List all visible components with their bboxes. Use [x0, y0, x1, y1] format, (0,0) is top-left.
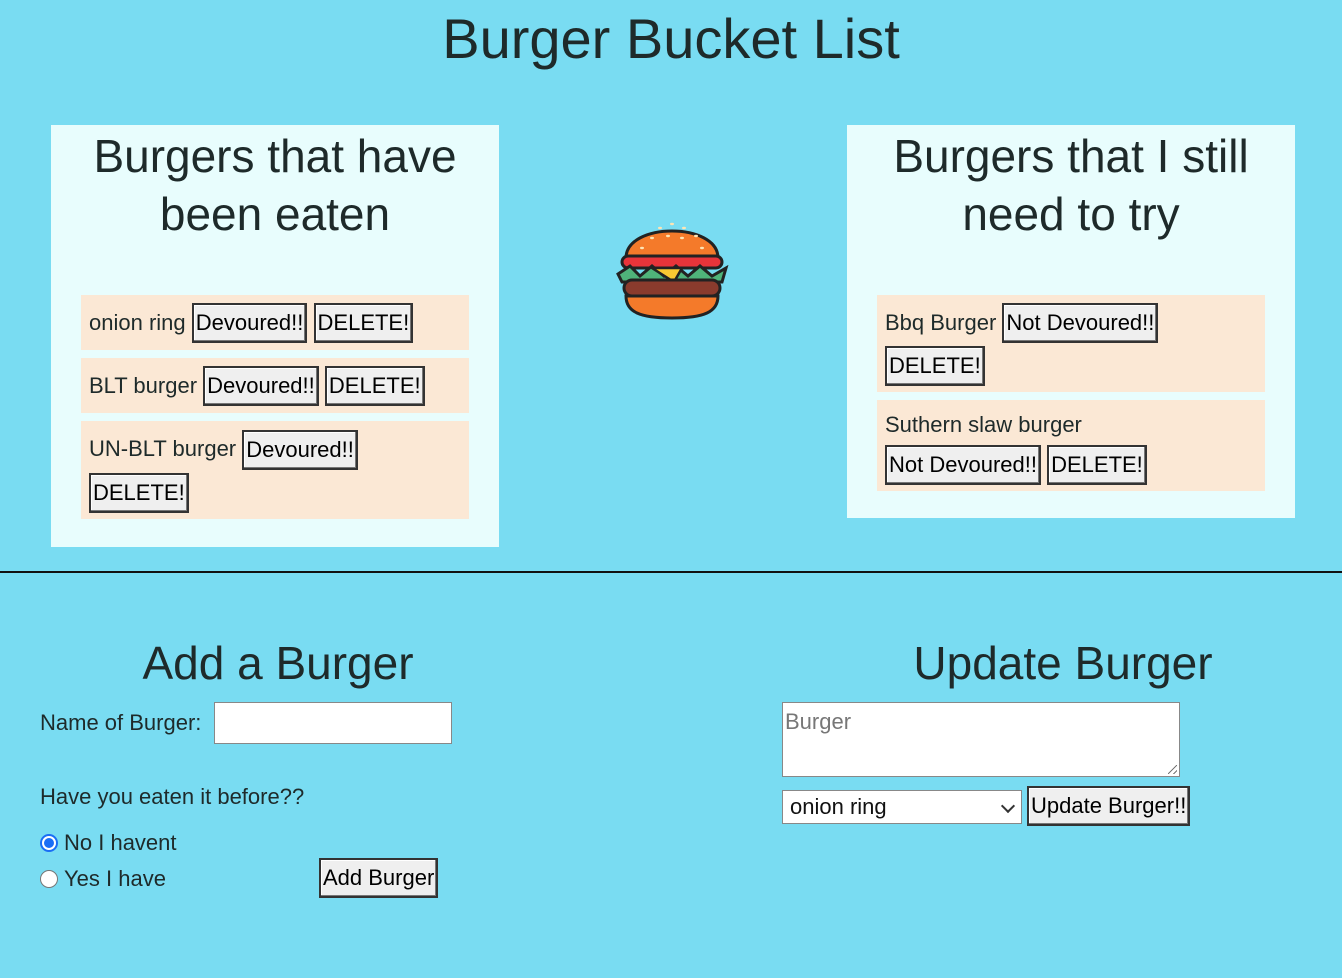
textarea-placeholder: Burger	[785, 709, 852, 734]
burger-name-input[interactable]	[214, 702, 452, 744]
to-try-panel-title: Burgers that I still need to try	[893, 130, 1249, 240]
section-divider	[0, 571, 1342, 573]
delete-button[interactable]: DELETE!	[1047, 444, 1147, 485]
burger-select[interactable]: onion ring	[782, 790, 1022, 824]
to-try-burger-list: Bbq Burger Not Devoured!! DELETE! Suther…	[877, 295, 1265, 499]
radio-option-no[interactable]: No I havent	[40, 830, 177, 856]
chevron-down-icon	[1000, 798, 1016, 814]
devoured-button[interactable]: Devoured!!	[191, 303, 308, 344]
list-item: BLT burger Devoured!! DELETE!	[81, 358, 469, 414]
devoured-button[interactable]: Devoured!!	[203, 366, 319, 407]
eaten-question: Have you eaten it before??	[40, 784, 305, 809]
update-burger-title: Update Burger	[913, 637, 1213, 689]
not-devoured-button[interactable]: Not Devoured!!	[1002, 303, 1159, 344]
update-burger-button[interactable]: Update Burger!!	[1027, 786, 1191, 826]
radio-button[interactable]	[40, 834, 58, 852]
delete-button[interactable]: DELETE!	[885, 346, 985, 387]
burger-icon	[616, 222, 729, 320]
radio-label: No I havent	[64, 830, 177, 855]
devoured-button[interactable]: Devoured!!	[242, 429, 358, 470]
page-title: Burger Bucket List	[442, 7, 900, 70]
list-item: Bbq Burger Not Devoured!! DELETE!	[877, 295, 1265, 393]
burger-name: Bbq Burger	[885, 310, 997, 336]
delete-button[interactable]: DELETE!	[324, 366, 425, 407]
to-try-burgers-panel: Burgers that I still need to try Bbq Bur…	[847, 125, 1295, 518]
add-burger-title: Add a Burger	[142, 637, 414, 689]
list-item: onion ring Devoured!! DELETE!	[81, 295, 469, 351]
burger-name: onion ring	[89, 310, 186, 336]
resize-grip-icon[interactable]	[1168, 765, 1177, 774]
radio-option-yes[interactable]: Yes I have	[40, 866, 166, 892]
list-item: Suthern slaw burger Not Devoured!! DELET…	[877, 400, 1265, 491]
radio-button[interactable]	[40, 870, 58, 888]
burger-name: Suthern slaw burger	[885, 412, 1082, 438]
not-devoured-button[interactable]: Not Devoured!!	[885, 444, 1041, 485]
eaten-burger-list: onion ring Devoured!! DELETE! BLT burger…	[81, 295, 469, 527]
eaten-burgers-panel: Burgers that have been eaten onion ring …	[51, 125, 499, 547]
update-burger-textarea[interactable]: Burger	[782, 702, 1180, 777]
name-label: Name of Burger:	[40, 710, 202, 735]
radio-label: Yes I have	[64, 866, 166, 891]
selected-burger: onion ring	[790, 794, 887, 819]
delete-button[interactable]: DELETE!	[89, 472, 189, 513]
eaten-panel-title: Burgers that have been eaten	[93, 130, 457, 240]
delete-button[interactable]: DELETE!	[313, 303, 414, 344]
list-item: UN-BLT burger Devoured!! DELETE!	[81, 421, 469, 519]
add-burger-button[interactable]: Add Burger	[319, 858, 439, 898]
burger-name: BLT burger	[89, 373, 198, 399]
burger-name: UN-BLT burger	[89, 436, 237, 462]
